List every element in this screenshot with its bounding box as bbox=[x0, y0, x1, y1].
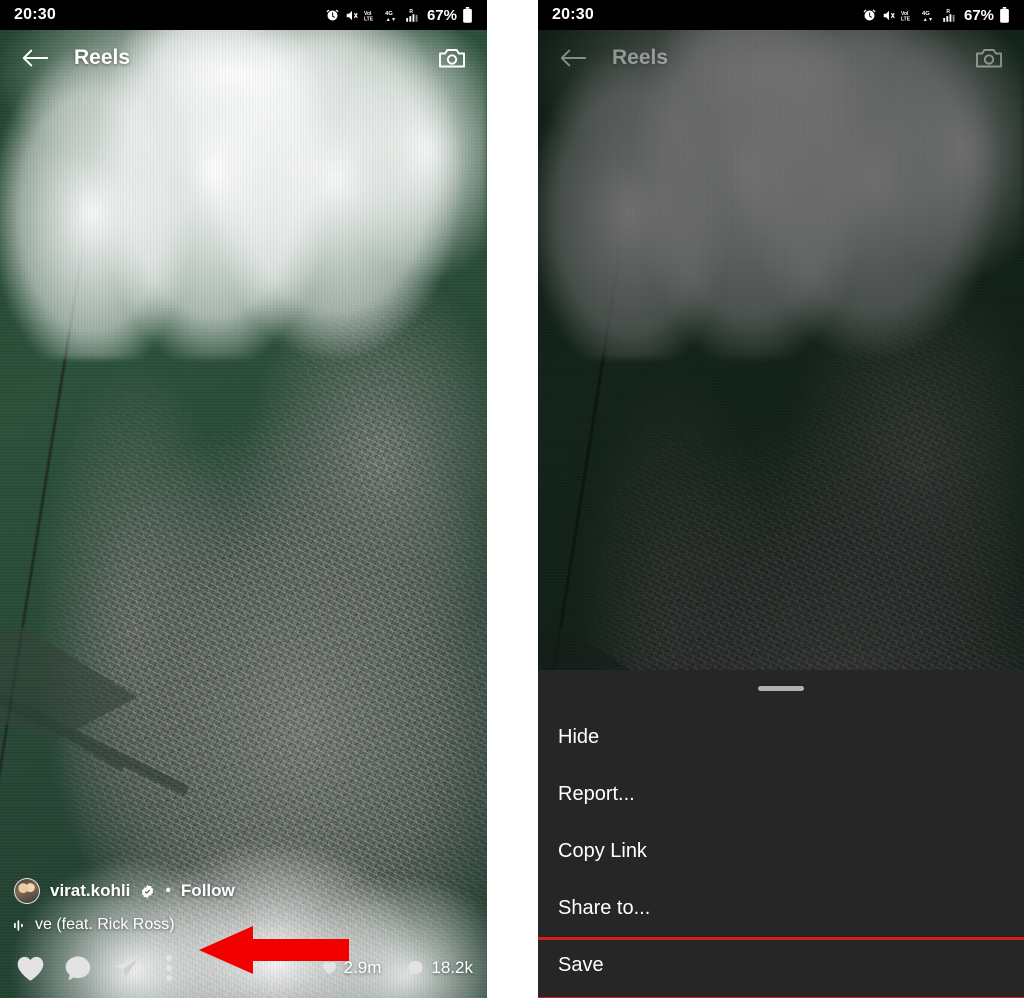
status-icon-group-right: VoI LTE 4G R 67% bbox=[862, 7, 1010, 24]
avatar[interactable] bbox=[14, 878, 40, 904]
status-time: 20:30 bbox=[14, 6, 56, 23]
back-arrow-icon[interactable] bbox=[556, 41, 590, 75]
battery-icon bbox=[1000, 7, 1009, 23]
page-title-right: Reels bbox=[612, 46, 669, 69]
signal-bars-icon: R bbox=[943, 9, 955, 22]
audio-waveform-icon bbox=[14, 919, 23, 931]
alarm-clock-icon bbox=[326, 9, 339, 20]
username-label[interactable]: virat.kohli bbox=[50, 881, 130, 901]
comment-count-bubble-icon bbox=[408, 960, 424, 975]
menu-item-label: Save bbox=[558, 954, 604, 976]
status-time-right: 20:30 bbox=[552, 6, 594, 23]
battery-percent-label-right: 67% bbox=[963, 6, 994, 24]
separator-dot: • bbox=[165, 882, 171, 899]
video-grain bbox=[0, 30, 487, 998]
menu-item-share-to[interactable]: Share to... bbox=[538, 880, 1024, 937]
reels-header-right: Reels bbox=[538, 30, 1024, 86]
menu-item-label: Report... bbox=[558, 783, 635, 805]
mute-icon bbox=[346, 10, 358, 20]
volte-icon: VoI LTE bbox=[364, 11, 374, 23]
menu-item-report[interactable]: Report... bbox=[538, 766, 1024, 823]
comment-count-label: 18.2k bbox=[431, 958, 473, 977]
sheet-drag-handle[interactable] bbox=[758, 686, 804, 691]
reel-video-aerial-city[interactable] bbox=[0, 30, 487, 998]
4g-icon: 4G bbox=[922, 10, 933, 21]
mute-icon bbox=[883, 10, 895, 20]
reels-header: Reels bbox=[0, 30, 487, 86]
menu-item-copy-link[interactable]: Copy Link bbox=[538, 823, 1024, 880]
menu-item-label: Hide bbox=[558, 726, 600, 748]
signal-bars-icon: R bbox=[406, 9, 418, 22]
phone-panel-left: 20:30 VoI LTE 4G R 67% Reels virat.kohli… bbox=[0, 0, 487, 998]
svg-text:4G: 4G bbox=[922, 10, 930, 16]
comment-count-item: 18.2k bbox=[407, 958, 473, 978]
like-heart-icon[interactable] bbox=[14, 952, 46, 984]
battery-percent-label: 67% bbox=[426, 6, 457, 24]
camera-icon[interactable] bbox=[435, 41, 469, 75]
annotation-arrow-icon bbox=[199, 926, 349, 974]
more-options-icon[interactable] bbox=[158, 952, 180, 984]
menu-item-label: Share to... bbox=[558, 897, 651, 919]
status-bar-right: 20:30 VoI LTE 4G R 67% bbox=[538, 0, 1024, 30]
share-paperplane-icon[interactable] bbox=[110, 952, 142, 984]
menu-item-save[interactable]: Save bbox=[538, 937, 1024, 998]
panel-gutter bbox=[487, 0, 538, 998]
like-count-label: 2.9m bbox=[343, 958, 382, 977]
menu-item-hide[interactable]: Hide bbox=[538, 709, 1024, 766]
alarm-clock-icon bbox=[863, 9, 876, 20]
svg-text:R: R bbox=[946, 9, 950, 15]
battery-icon bbox=[463, 7, 472, 23]
options-bottom-sheet: Hide Report... Copy Link Share to... Sav… bbox=[538, 670, 1024, 998]
status-bar: 20:30 VoI LTE 4G R 67% bbox=[0, 0, 487, 30]
svg-text:LTE: LTE bbox=[364, 16, 374, 22]
follow-button[interactable]: Follow bbox=[181, 881, 235, 901]
back-arrow-icon[interactable] bbox=[18, 41, 52, 75]
screenshot-stage: 20:30 VoI LTE 4G R 67% Reels virat.kohli… bbox=[0, 0, 1024, 998]
status-icon-group: VoI LTE 4G R 67% bbox=[325, 7, 473, 24]
comment-bubble-icon[interactable] bbox=[62, 952, 94, 984]
page-title: Reels bbox=[74, 46, 131, 69]
audio-title-label: ve (feat. Rick Ross) bbox=[35, 916, 175, 933]
svg-text:LTE: LTE bbox=[901, 16, 911, 22]
svg-text:R: R bbox=[409, 9, 413, 15]
post-author-row[interactable]: virat.kohli • Follow bbox=[14, 878, 473, 904]
camera-icon[interactable] bbox=[972, 41, 1006, 75]
verified-badge-icon bbox=[142, 884, 154, 898]
menu-item-label: Copy Link bbox=[558, 840, 647, 862]
svg-text:4G: 4G bbox=[385, 10, 393, 16]
4g-icon: 4G bbox=[385, 10, 396, 21]
phone-panel-right: 20:30 VoI LTE 4G R 67% Reels Hide Report… bbox=[538, 0, 1024, 998]
volte-icon: VoI LTE bbox=[901, 11, 911, 23]
